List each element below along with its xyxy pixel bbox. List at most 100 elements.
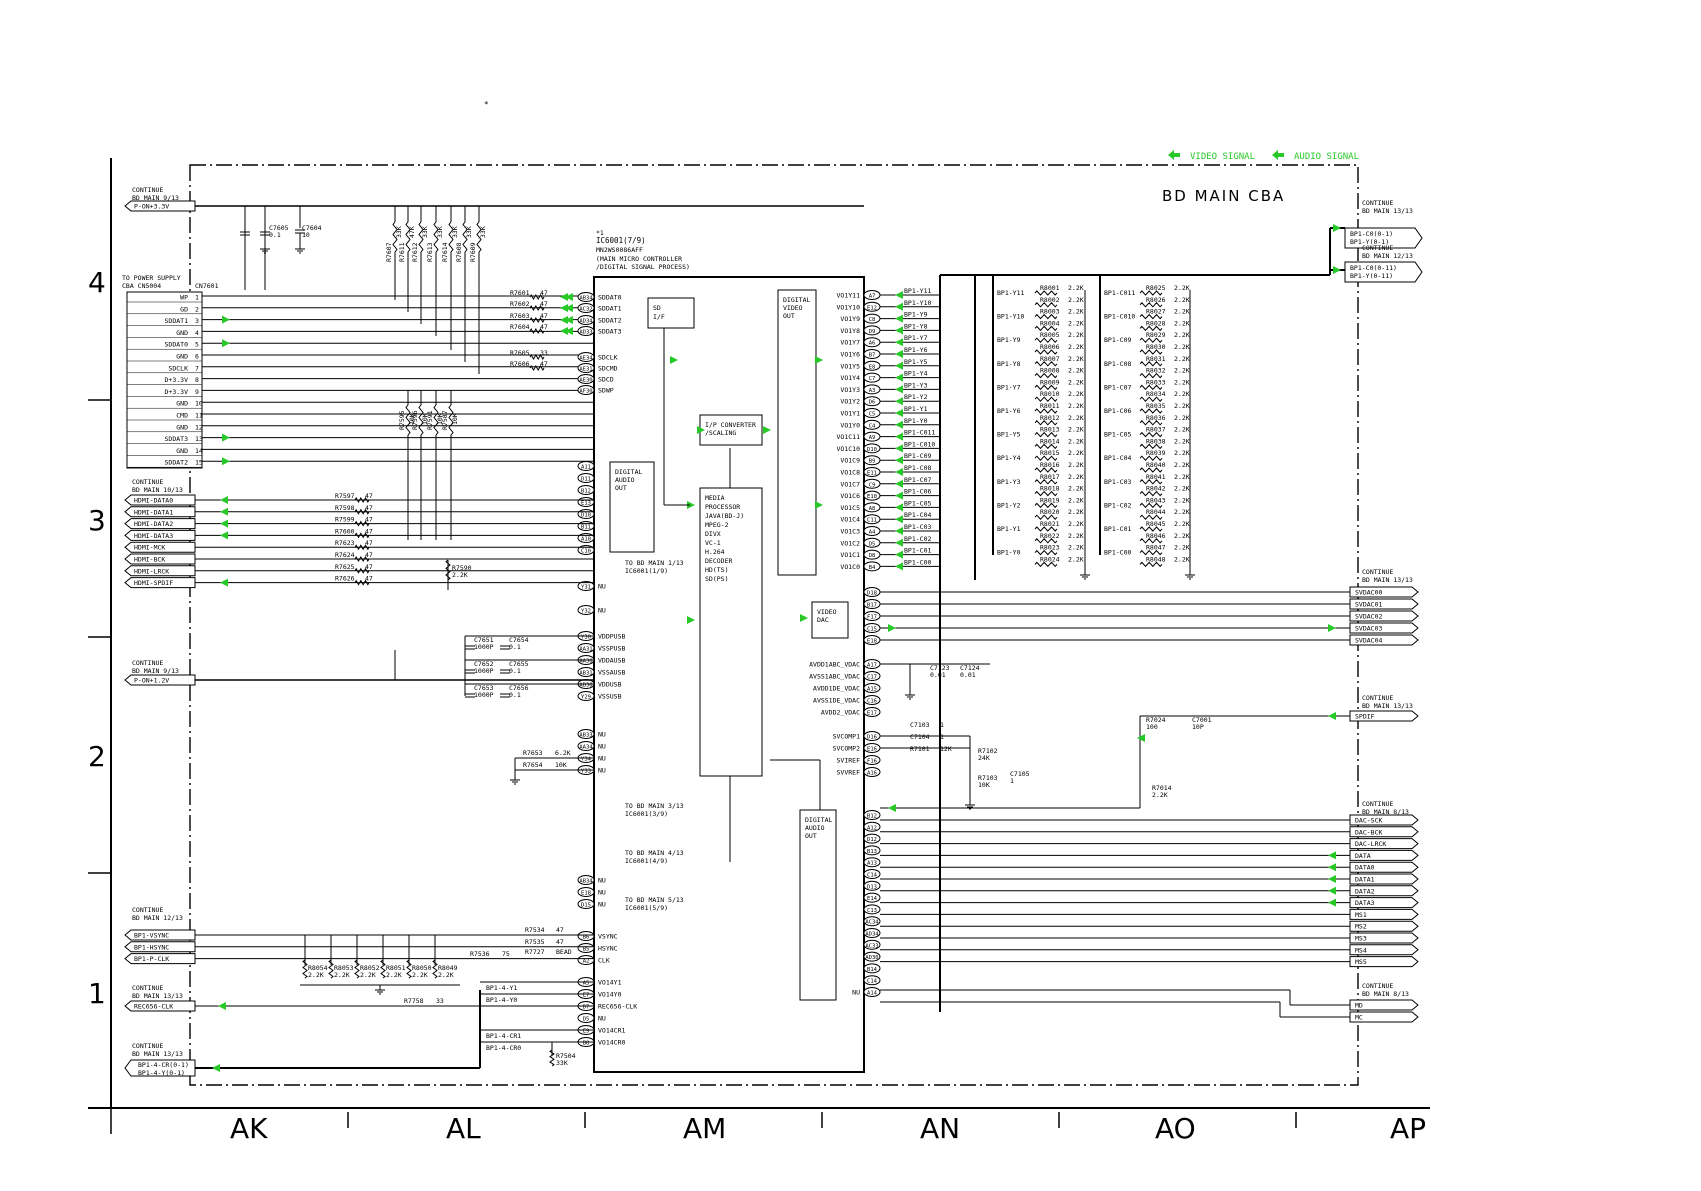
bp-output-label: BP1-C08 [904, 464, 931, 472]
video-signal-arrow-icon [895, 444, 903, 453]
ic-pin-name: SDCD [598, 376, 614, 384]
pullup-resistor-label: R7614 [441, 242, 449, 262]
pin-number: E11 [867, 471, 877, 477]
cn7601-pin-num: 6 [195, 353, 199, 361]
ip-converter-block-text: /SCALING [705, 429, 736, 437]
label: 0.1 [509, 691, 521, 699]
bp-label: BP1-4-CR0 [486, 1044, 521, 1052]
bp-output-label: BP1-Y11 [904, 287, 931, 295]
pin-number: C10 [581, 549, 591, 555]
digital-video-out-block [777, 289, 817, 576]
pullup-resistor-value: 33K [479, 226, 487, 238]
video-signal-arrow-icon [687, 616, 695, 624]
bank-resistor-label: R8011 [1040, 402, 1060, 410]
pin-number: D5 [869, 541, 876, 547]
pin-number: A16 [867, 771, 877, 777]
bank-resistor-value: 2.2K [1068, 473, 1084, 481]
port-label: BP1-HSYNC [134, 943, 169, 951]
bank-c-label: BP1-C06 [1104, 407, 1131, 415]
pin-number: Y29 [581, 695, 591, 701]
media-processor-block-text: SD(PS) [705, 575, 728, 583]
audio-signal-arrow-icon [1328, 851, 1336, 860]
sd-resistor-label: R7602 [510, 300, 530, 308]
audio-signal-arrow-icon [1272, 150, 1284, 160]
cn7601-pin-num: 1 [195, 294, 199, 302]
pin-number: D15 [581, 903, 591, 909]
cn7601-pin-name: GND [176, 400, 188, 408]
ic-pin-name: NU [598, 731, 606, 739]
bank-resistor-value: 2.2K [1068, 520, 1084, 528]
pin-number: C4 [869, 423, 876, 429]
pin-number: E12 [867, 305, 877, 311]
bank-resistor-value: 2.2K [1174, 555, 1190, 563]
legend-audio: AUDIO SIGNAL [1294, 152, 1359, 162]
pin-number: E14 [867, 896, 878, 902]
port-label: MS5 [1355, 958, 1367, 966]
pin-number: B12 [581, 489, 591, 495]
pin-number: AF30 [579, 389, 592, 395]
bank-resistor-label: R8004 [1040, 319, 1060, 327]
digital-audio-in-block-text: DIGITAL [615, 468, 642, 476]
label: 1 [940, 721, 944, 729]
video-signal-arrow-icon [1333, 224, 1341, 232]
sd-resistor-label: R7601 [510, 289, 530, 297]
continue-ref: BD MAIN 12/13 [1362, 252, 1413, 260]
bank-c-label: BP1-C010 [1104, 313, 1135, 321]
video-signal-arrow-icon [895, 326, 903, 335]
bank-resistor-value: 2.2K [1068, 496, 1084, 504]
pullup-resistor-label: R7611 [398, 242, 406, 262]
bp-label: BP1-4-Y0 [486, 996, 517, 1004]
audio-signal-arrow-icon [220, 507, 228, 516]
pin-number: A2 [583, 959, 590, 965]
bp-output-label: BP1-Y1 [904, 405, 928, 413]
pin-number: B9 [869, 459, 876, 465]
pin-number: D9 [869, 329, 876, 335]
port-label: MS2 [1355, 923, 1367, 931]
bank-resistor-label: R8017 [1040, 473, 1060, 481]
video-signal-arrow-icon [895, 515, 903, 524]
bank-resistor-label: R8020 [1040, 508, 1060, 516]
pullup-resistor-value: 33K [395, 226, 403, 238]
pin-number: D11 [581, 477, 591, 483]
bank-resistor-value: 2.2K [1174, 426, 1190, 434]
grid-col-label: AN [920, 1112, 960, 1145]
pullup-resistor-value: 33K [465, 226, 473, 238]
pin-number: A9 [869, 435, 876, 441]
ic-pin-name: AVDD1DE_VDAC [813, 685, 860, 693]
bank-resistor-value: 2.2K [1174, 343, 1190, 351]
bank-resistor-label: R8014 [1040, 437, 1060, 445]
video-signal-arrow-icon [895, 373, 903, 382]
bank-resistor-value: 2.2K [1174, 449, 1190, 457]
ic-pin-name: VO1Y3 [840, 386, 860, 394]
bank-resistor-value: 2.2K [1068, 461, 1084, 469]
continue-note: CONTINUE [132, 984, 163, 992]
ic-pin-name: AVSS1ABC_VDAC [809, 673, 860, 681]
label: 1 [1010, 777, 1014, 785]
pin-number: A7 [869, 294, 876, 300]
bp-output-label: BP1-Y9 [904, 311, 928, 319]
asterisk-mark: * [484, 100, 489, 109]
port-label: DAC-SCK [1355, 817, 1382, 825]
to-note: TO BD MAIN 3/13 [625, 802, 684, 810]
port-label: SVDAC00 [1355, 589, 1382, 597]
pin-number: C9 [869, 482, 876, 488]
ic-pin-name: SVCOMP2 [833, 745, 860, 753]
bank-resistor-value: 2.2K [1068, 367, 1084, 375]
continue-ref: BD MAIN 13/13 [1362, 702, 1413, 710]
to-note: IC6001(4/9) [625, 857, 668, 865]
label: 1 [940, 733, 944, 741]
bp-output-label: BP1-Y5 [904, 358, 928, 366]
bp-label: BP1-4-Y1 [486, 984, 517, 992]
port-label: DATA [1355, 852, 1371, 860]
ic-pin-name: VO1C6 [840, 492, 860, 500]
bank-resistor-label: R8009 [1040, 378, 1060, 386]
label: 2.2K [334, 971, 350, 979]
pin-number: C5 [869, 412, 876, 418]
pin-number: A4 [869, 530, 876, 536]
ic-pin-name: VDDAUSB [598, 657, 625, 665]
bank-y-label: BP1-Y7 [997, 383, 1021, 391]
video-signal-arrow-icon [895, 550, 903, 559]
pin-number: E10 [867, 494, 877, 500]
bp-output-label: BP1-C011 [904, 429, 935, 437]
bank-resistor-value: 2.2K [1068, 508, 1084, 516]
